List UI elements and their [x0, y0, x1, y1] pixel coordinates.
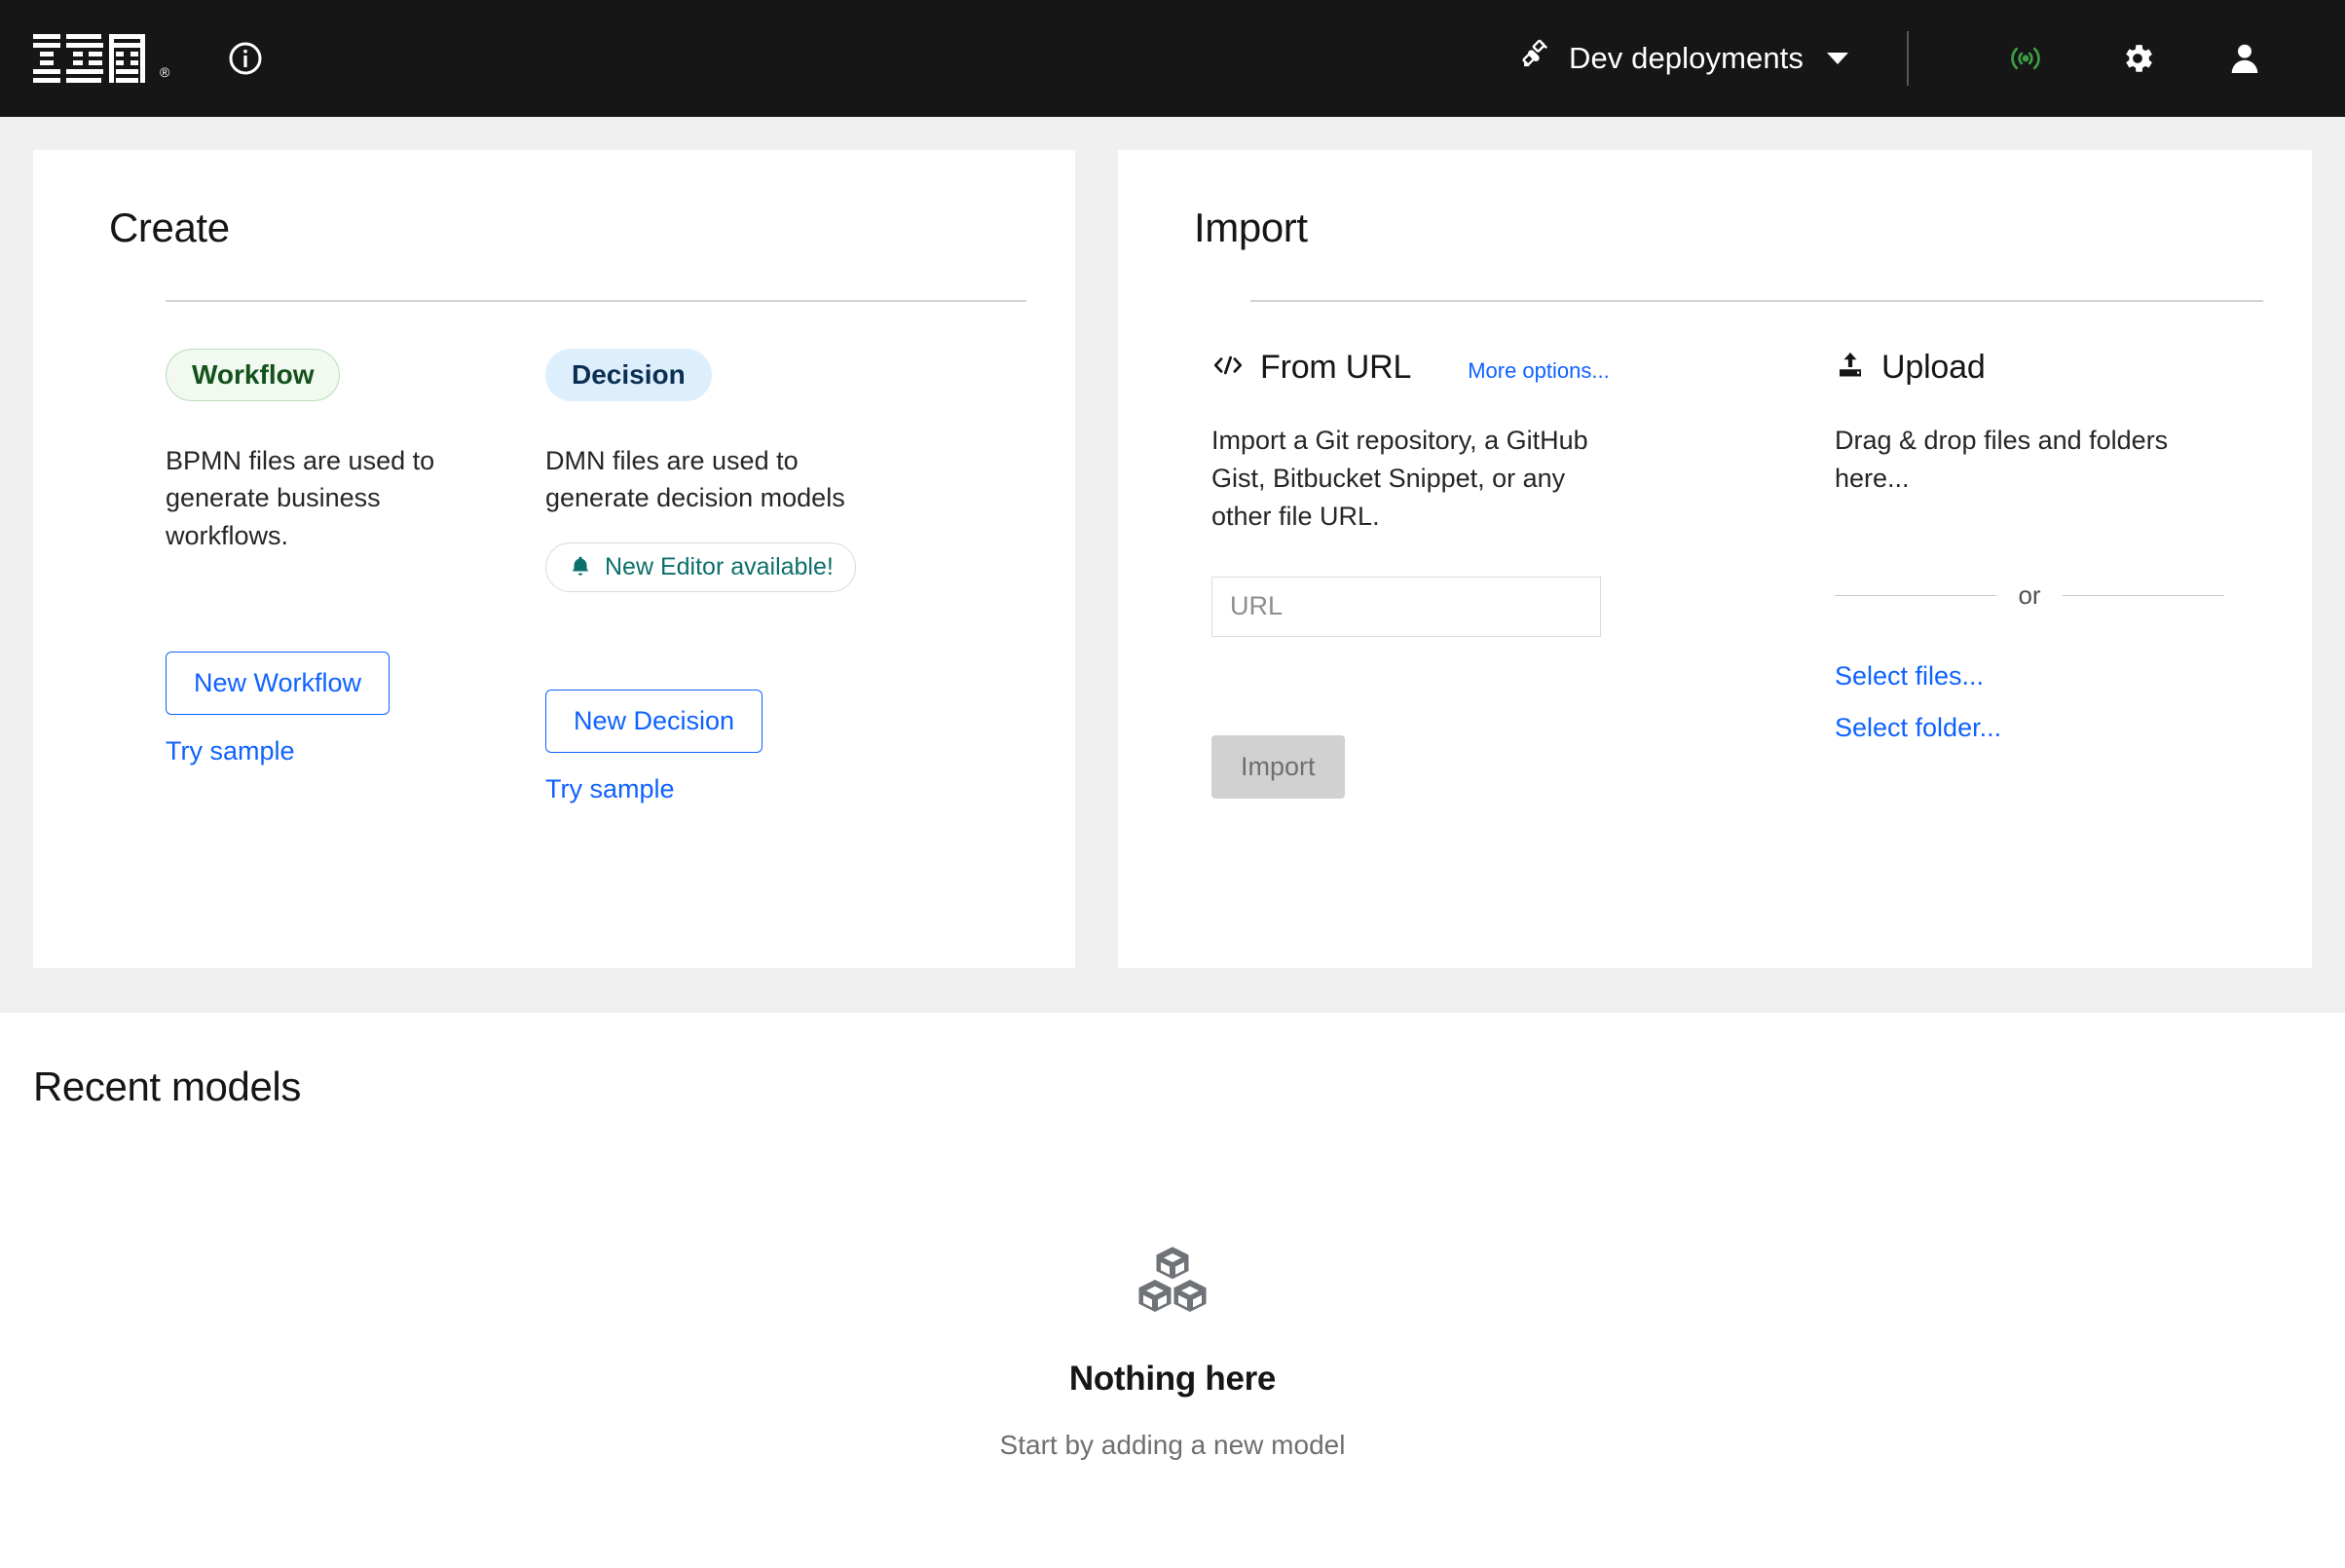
upload-description: Drag & drop files and folders here...	[1835, 426, 2169, 493]
new-editor-available-label: New Editor available!	[605, 552, 834, 580]
new-decision-button[interactable]: New Decision	[545, 689, 763, 753]
from-url-header: From URL More options...	[1211, 349, 1742, 387]
select-folder-link[interactable]: Select folder...	[1835, 713, 2273, 743]
upload-icon	[1835, 351, 1866, 385]
or-divider-line-right	[2062, 594, 2224, 596]
workflow-description: BPMN files are used to generate business…	[166, 446, 435, 550]
create-column-workflow: Workflow BPMN files are used to generate…	[166, 349, 545, 804]
upload-header: Upload	[1835, 349, 2273, 387]
import-divider	[1250, 300, 2263, 302]
create-title: Create	[109, 205, 230, 250]
satellite-icon	[1518, 38, 1551, 79]
import-column-upload: Upload Drag & drop files and folders her…	[1835, 349, 2273, 799]
import-card: Import From URL More options... Import a…	[1118, 150, 2312, 968]
cards-band: Create Workflow BPMN files are used to g…	[0, 117, 2345, 1013]
header-left-group: ®	[0, 34, 263, 83]
info-icon[interactable]	[228, 41, 263, 76]
user-avatar-icon[interactable]	[2226, 40, 2263, 77]
new-editor-available-badge[interactable]: New Editor available!	[545, 541, 856, 592]
deployments-selector[interactable]: Dev deployments	[1518, 38, 1878, 79]
boxes-icon	[1135, 1245, 1210, 1315]
from-url-description: Import a Git repository, a GitHub Gist, …	[1211, 426, 1588, 531]
or-divider: or	[1835, 580, 2224, 611]
deployments-label: Dev deployments	[1568, 41, 1804, 75]
upload-heading: Upload	[1881, 349, 1986, 386]
empty-state-subtitle: Start by adding a new model	[999, 1430, 1346, 1460]
decision-description: DMN files are used to generate decision …	[545, 446, 845, 513]
workflow-try-sample-link[interactable]: Try sample	[166, 736, 545, 766]
broadcast-signal-icon[interactable]	[2006, 43, 2045, 74]
ibm-logo[interactable]: ®	[33, 34, 169, 83]
chevron-down-icon[interactable]	[1827, 53, 1848, 64]
app-header: ® Dev deployments	[0, 0, 2345, 117]
import-column-from-url: From URL More options... Import a Git re…	[1211, 349, 1742, 799]
or-divider-line-left	[1835, 594, 1997, 596]
gear-icon[interactable]	[2119, 40, 2156, 77]
select-files-link[interactable]: Select files...	[1835, 661, 2273, 691]
registered-trademark-mark: ®	[160, 64, 170, 80]
or-divider-label: or	[2018, 579, 2041, 610]
more-options-link[interactable]: More options...	[1468, 353, 1610, 384]
workflow-badge: Workflow	[166, 349, 341, 401]
create-divider	[166, 300, 1026, 302]
header-divider	[1907, 31, 1909, 86]
workflow-actions: New Workflow Try sample	[166, 651, 545, 766]
code-brackets-icon	[1211, 353, 1245, 383]
decision-actions: New Decision Try sample	[545, 689, 925, 804]
decision-badge: Decision	[545, 349, 712, 401]
recent-models-title: Recent models	[33, 1064, 301, 1109]
create-card: Create Workflow BPMN files are used to g…	[33, 150, 1075, 968]
empty-state-title: Nothing here	[1068, 1360, 1277, 1398]
url-input[interactable]	[1211, 576, 1601, 637]
create-column-decision: Decision DMN files are used to generate …	[545, 349, 925, 804]
recent-models-empty-state: Nothing here Start by adding a new model	[0, 1245, 2345, 1461]
new-workflow-button[interactable]: New Workflow	[166, 651, 391, 715]
upload-links: Select files... Select folder...	[1835, 661, 2273, 743]
import-title: Import	[1194, 205, 1308, 250]
decision-try-sample-link[interactable]: Try sample	[545, 774, 925, 804]
header-right-group: Dev deployments	[1518, 31, 2298, 86]
import-button[interactable]: Import	[1211, 734, 1345, 799]
from-url-heading: From URL	[1260, 349, 1412, 386]
recent-models-section: Recent models Nothing here Start by addi…	[0, 1013, 2345, 1461]
bell-icon	[568, 554, 593, 579]
